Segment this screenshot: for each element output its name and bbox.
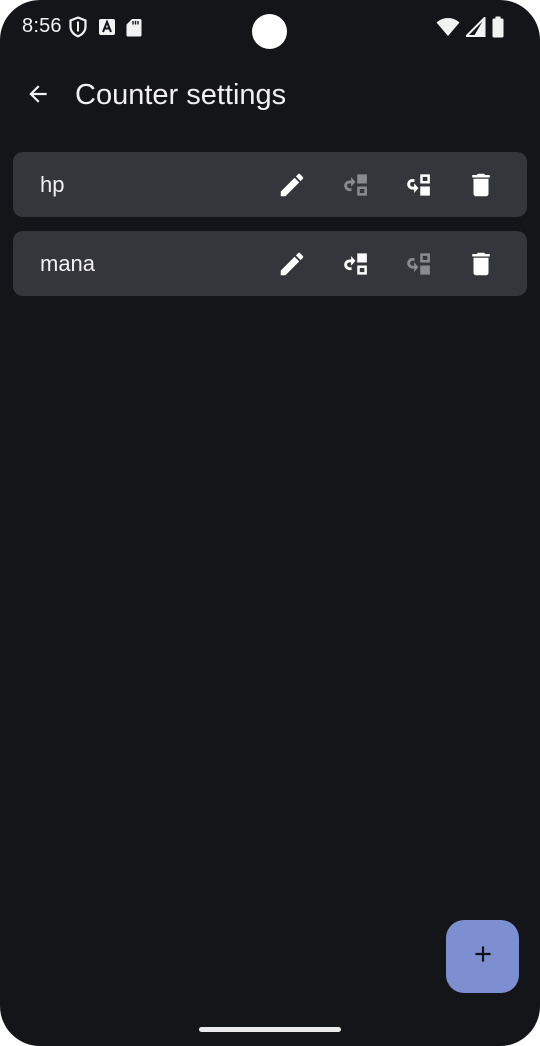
font-app-icon: [98, 18, 116, 36]
status-time: 8:56: [22, 15, 62, 37]
status-right-icons: [436, 16, 504, 38]
edit-button[interactable]: [260, 161, 323, 209]
phone-screen: 8:56 Counter settings hp mana: [0, 0, 540, 1046]
move-down-icon: [403, 249, 433, 279]
counter-name: mana: [40, 251, 96, 276]
edit-pencil-icon: [277, 170, 307, 200]
edit-pencil-icon: [277, 249, 307, 279]
arrow-back-icon: [25, 81, 51, 112]
cell-signal-icon: [466, 17, 486, 37]
counter-name: hp: [40, 172, 65, 197]
delete-button[interactable]: [449, 240, 512, 288]
move-down-button[interactable]: [386, 161, 449, 209]
page-title: Counter settings: [75, 79, 287, 111]
list-item: mana: [13, 231, 527, 296]
edit-button[interactable]: [260, 240, 323, 288]
row-actions: [260, 152, 512, 217]
app-bar: Counter settings: [0, 64, 540, 128]
move-up-icon: [340, 249, 370, 279]
move-down-button[interactable]: [386, 240, 449, 288]
gesture-nav-handle[interactable]: [199, 1027, 341, 1032]
sd-card-icon: [126, 18, 142, 37]
delete-trash-icon: [466, 249, 496, 279]
delete-button[interactable]: [449, 161, 512, 209]
battery-icon: [492, 16, 504, 38]
camera-cutout: [252, 14, 287, 49]
move-down-icon: [403, 170, 433, 200]
row-actions: [260, 231, 512, 296]
wifi-icon: [436, 17, 460, 37]
delete-trash-icon: [466, 170, 496, 200]
back-button[interactable]: [14, 72, 62, 120]
move-up-icon: [340, 170, 370, 200]
shield-icon: [68, 16, 88, 38]
add-counter-button[interactable]: [446, 920, 519, 993]
list-item: hp: [13, 152, 527, 217]
plus-icon: [470, 941, 496, 972]
move-up-button[interactable]: [323, 240, 386, 288]
status-bar: 8:56: [0, 0, 540, 56]
status-left-icons: [68, 16, 142, 38]
counter-list: hp mana: [13, 152, 527, 310]
move-up-button[interactable]: [323, 161, 386, 209]
